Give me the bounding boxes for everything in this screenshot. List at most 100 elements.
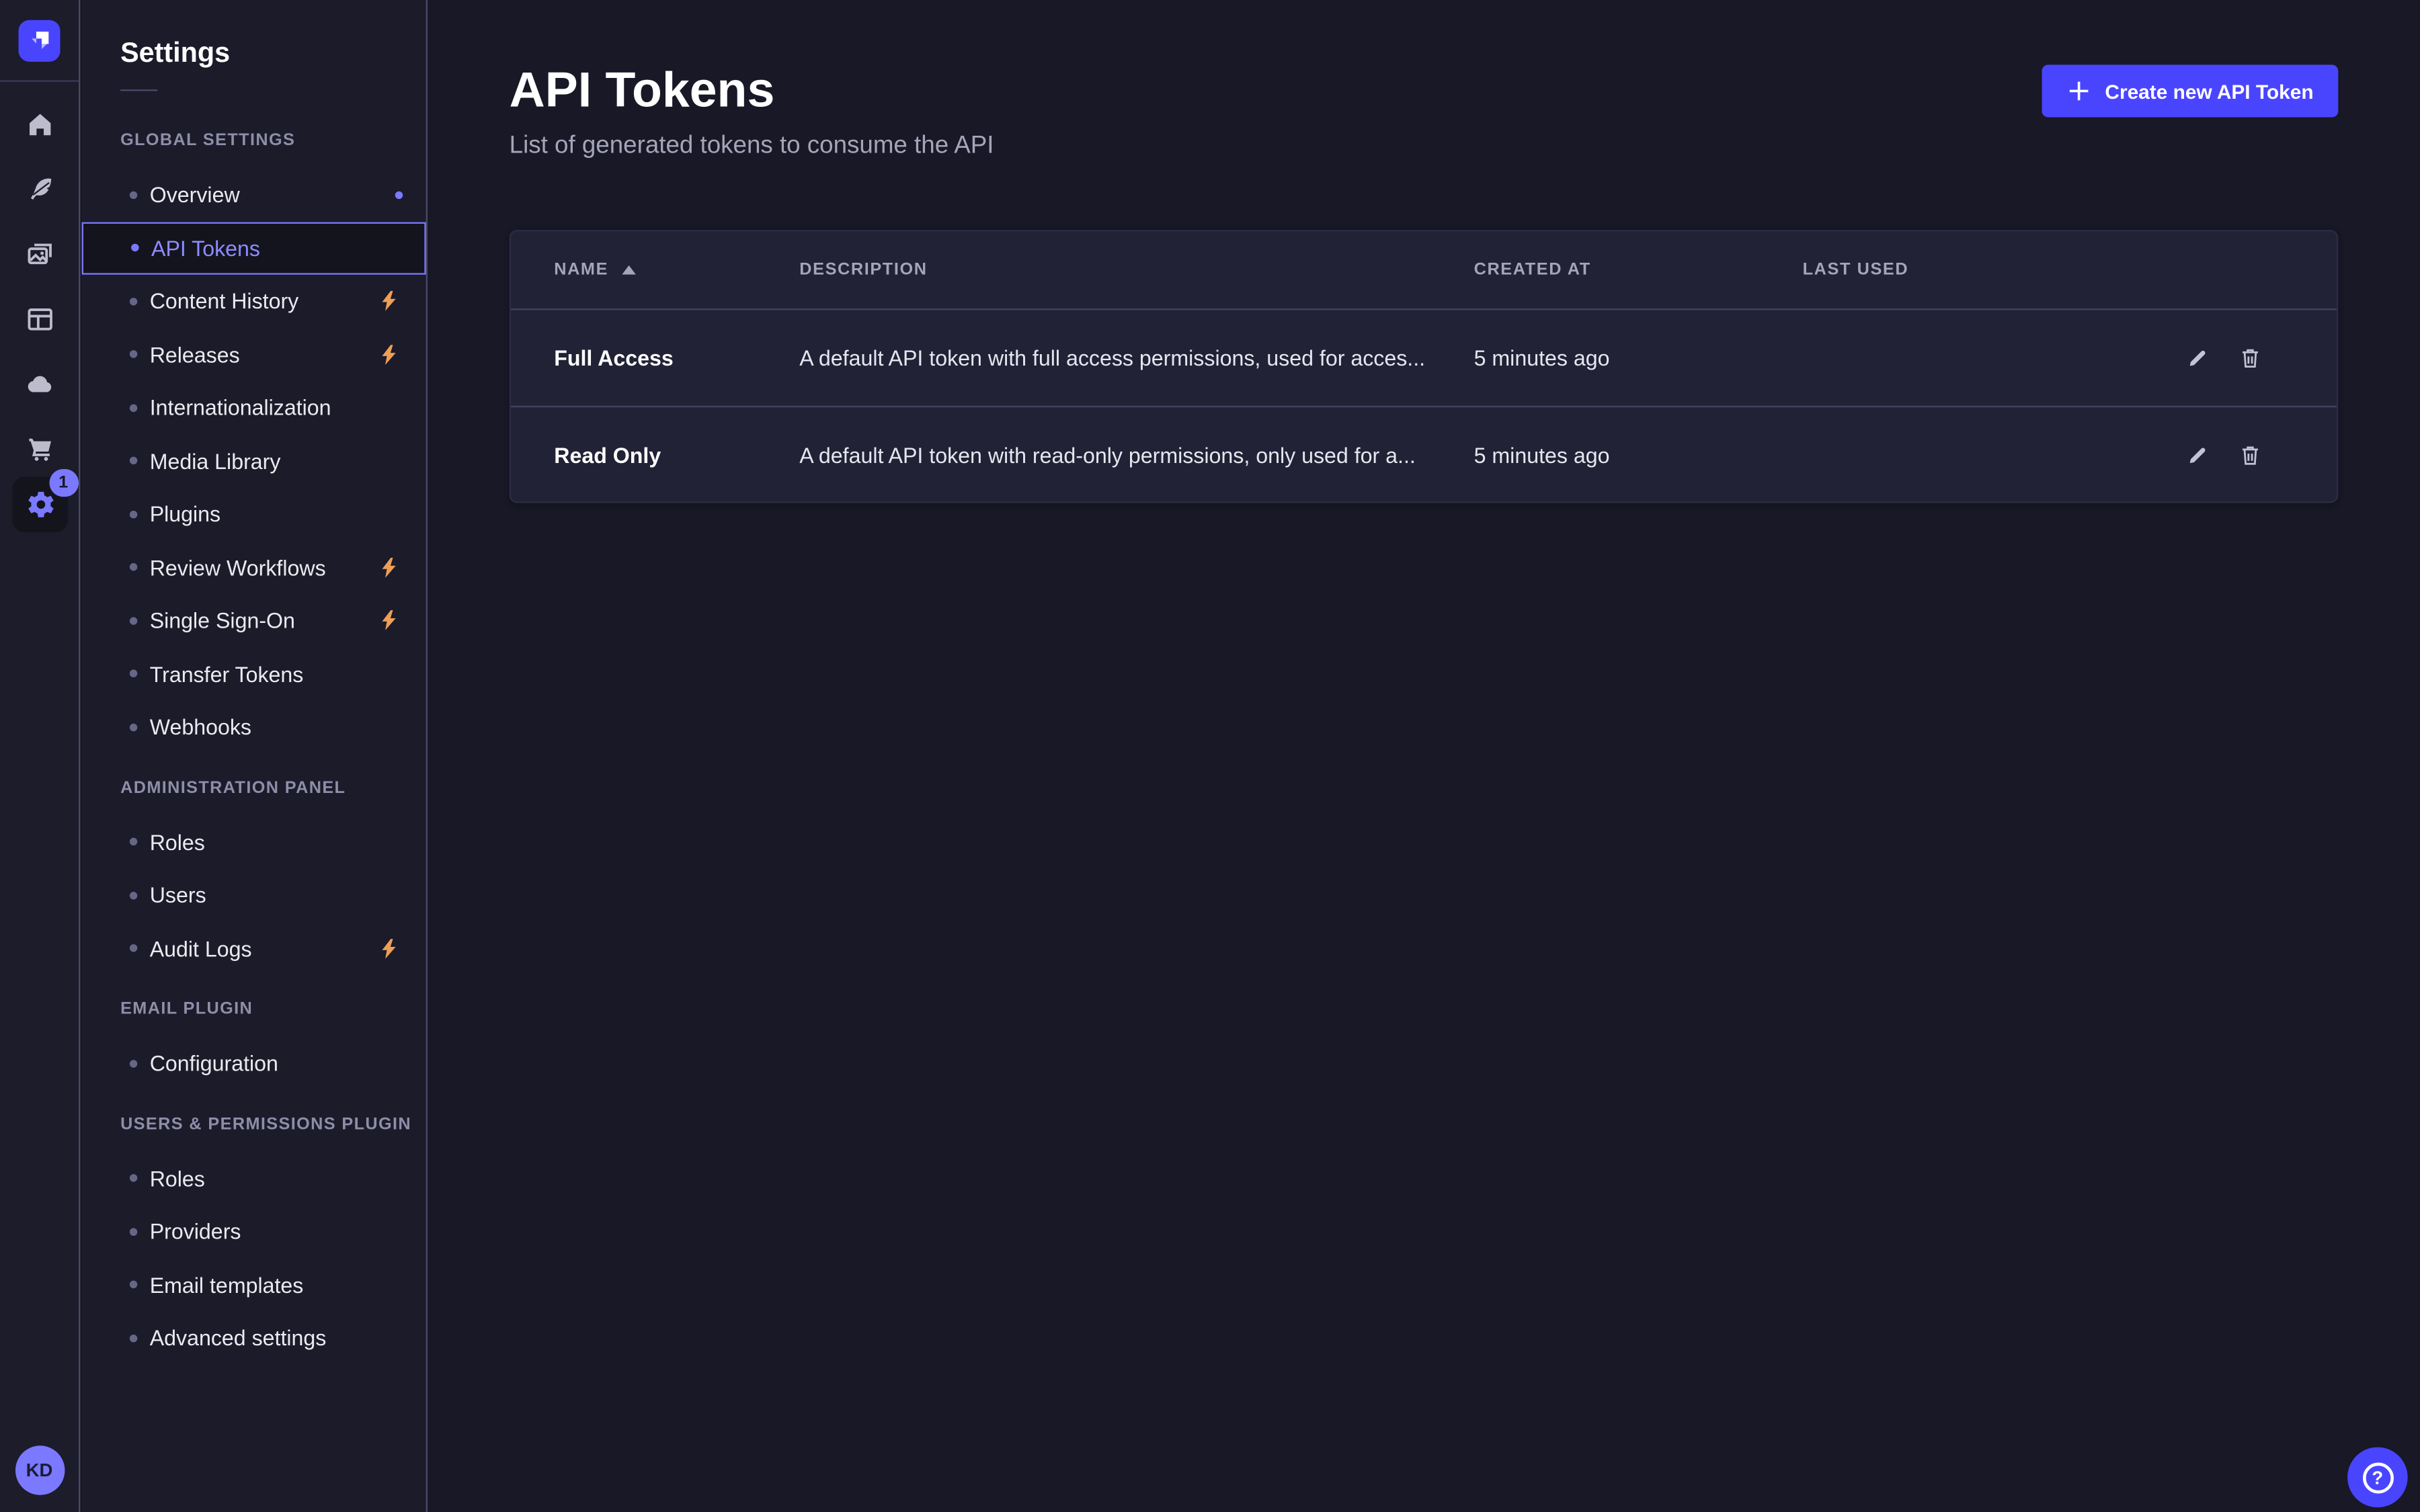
sidebar-item-email-templates[interactable]: Email templates [82,1258,426,1311]
bullet-icon [130,1175,137,1182]
sidebar-item-overview[interactable]: Overview [82,168,426,221]
sidebar-item-up-roles[interactable]: Roles [82,1152,426,1205]
sidebar-item-label: API Tokens [151,236,260,261]
bullet-icon [130,670,137,677]
edit-pencil-icon[interactable] [2185,345,2210,370]
table-row[interactable]: Full Access A default API token with ful… [511,310,2337,405]
sidebar-item-label: Transfer Tokens [150,661,304,686]
column-header-name[interactable]: NAME [554,261,799,280]
sidebar-item-label: Email templates [150,1273,304,1298]
lightning-icon [380,345,399,365]
bullet-icon [130,564,137,571]
sidebar-item-label: Providers [150,1219,241,1244]
bullet-icon [130,457,137,464]
sidebar-item-webhooks[interactable]: Webhooks [82,700,426,753]
bullet-icon [130,191,137,198]
sidebar-item-label: Media Library [150,449,281,474]
table-header-row: NAME DESCRIPTION CREATED AT LAST USED [511,231,2337,310]
main-content: API Tokens List of generated tokens to c… [429,0,2420,1512]
row-actions [2108,345,2294,370]
sidebar-item-label: Single Sign-On [150,608,295,633]
token-description-cell: A default API token with read-only permi… [799,442,1474,467]
settings-notification-badge: 1 [48,469,78,497]
bullet-icon [130,945,137,952]
home-icon[interactable] [19,105,60,145]
sidebar-item-label: Advanced settings [150,1326,327,1351]
sidebar-item-single-sign-on[interactable]: Single Sign-On [82,594,426,647]
token-created-at-cell: 5 minutes ago [1474,345,1803,370]
sidebar-item-label: Audit Logs [150,936,252,961]
sidebar-item-media-library[interactable]: Media Library [82,434,426,487]
question-mark-icon: ? [2362,1462,2393,1493]
sidebar-item-audit-logs[interactable]: Audit Logs [82,922,426,975]
sidebar-item-advanced-settings[interactable]: Advanced settings [82,1312,426,1365]
delete-trash-icon[interactable] [2238,345,2263,370]
settings-subnav: Settings GLOBAL SETTINGS Overview API To… [82,0,428,1512]
bullet-icon [130,404,137,411]
sidebar-item-providers[interactable]: Providers [82,1205,426,1258]
page-title-block: API Tokens List of generated tokens to c… [510,62,994,161]
sidebar-item-releases[interactable]: Releases [82,328,426,381]
cloud-icon[interactable] [19,364,60,405]
sidebar-item-label: Internationalization [150,395,331,420]
section-label-administration-panel: ADMINISTRATION PANEL [120,778,426,800]
marketplace-cart-icon[interactable] [19,429,60,469]
content-manager-feather-icon[interactable] [19,170,60,210]
sidebar-item-admin-roles[interactable]: Roles [82,815,426,868]
sidebar-item-label: Plugins [150,502,220,527]
sort-ascending-icon [622,265,637,275]
token-name-cell: Full Access [554,345,799,370]
bullet-icon [130,1060,137,1067]
sidebar-item-plugins[interactable]: Plugins [82,488,426,541]
notification-dot-icon [395,191,403,198]
sidebar-item-label: Releases [150,342,240,367]
main-nav-rail: 1 KD [0,0,80,1512]
sidebar-item-label: Content History [150,289,299,314]
page-subtitle: List of generated tokens to consume the … [510,132,994,160]
subnav-title: Settings [120,36,426,70]
column-header-label: NAME [554,261,608,280]
section-label-global-settings: GLOBAL SETTINGS [120,131,426,153]
section-label-email-plugin: EMAIL PLUGIN [120,1000,426,1021]
api-tokens-table: NAME DESCRIPTION CREATED AT LAST USED Fu… [510,230,2339,503]
sidebar-item-api-tokens[interactable]: API Tokens [82,221,426,274]
delete-trash-icon[interactable] [2238,442,2263,467]
section-label-users-permissions-plugin: USERS & PERMISSIONS PLUGIN [120,1115,426,1136]
sidebar-item-label: Roles [150,830,205,855]
bullet-icon [130,1228,137,1235]
sidebar-item-label: Overview [150,182,240,207]
bullet-icon [130,723,137,730]
content-type-builder-icon[interactable] [19,299,60,339]
sidebar-item-content-history[interactable]: Content History [82,275,426,328]
create-api-token-button[interactable]: Create new API Token [2042,65,2338,117]
row-actions [2108,442,2294,467]
column-header-created-at: CREATED AT [1474,261,1803,280]
user-avatar[interactable]: KD [15,1445,64,1495]
bullet-icon [130,1334,137,1341]
help-button[interactable]: ? [2347,1447,2408,1508]
app-window: 1 KD Settings GLOBAL SETTINGS Overview A… [0,0,2420,1512]
sidebar-item-transfer-tokens[interactable]: Transfer Tokens [82,647,426,700]
edit-pencil-icon[interactable] [2185,442,2210,467]
sidebar-item-label: Configuration [150,1051,278,1076]
plus-icon [2066,79,2091,103]
media-library-icon[interactable] [19,235,60,275]
sidebar-item-email-configuration[interactable]: Configuration [82,1037,426,1090]
strapi-logo-icon[interactable] [19,19,61,61]
logo-section [0,0,79,82]
column-header-last-used: LAST USED [1803,261,2109,280]
bullet-icon [130,838,137,845]
bullet-icon [130,891,137,898]
sidebar-item-label: Users [150,883,206,908]
create-button-label: Create new API Token [2105,79,2313,102]
table-row[interactable]: Read Only A default API token with read-… [511,406,2337,501]
settings-gear-icon[interactable]: 1 [11,476,67,532]
sidebar-item-admin-users[interactable]: Users [82,869,426,922]
sidebar-item-internationalization[interactable]: Internationalization [82,381,426,434]
token-name-cell: Read Only [554,442,799,467]
lightning-icon [380,291,399,311]
bullet-icon [130,351,137,358]
sidebar-item-review-workflows[interactable]: Review Workflows [82,541,426,594]
bullet-icon [130,510,137,517]
lightning-icon [380,557,399,577]
